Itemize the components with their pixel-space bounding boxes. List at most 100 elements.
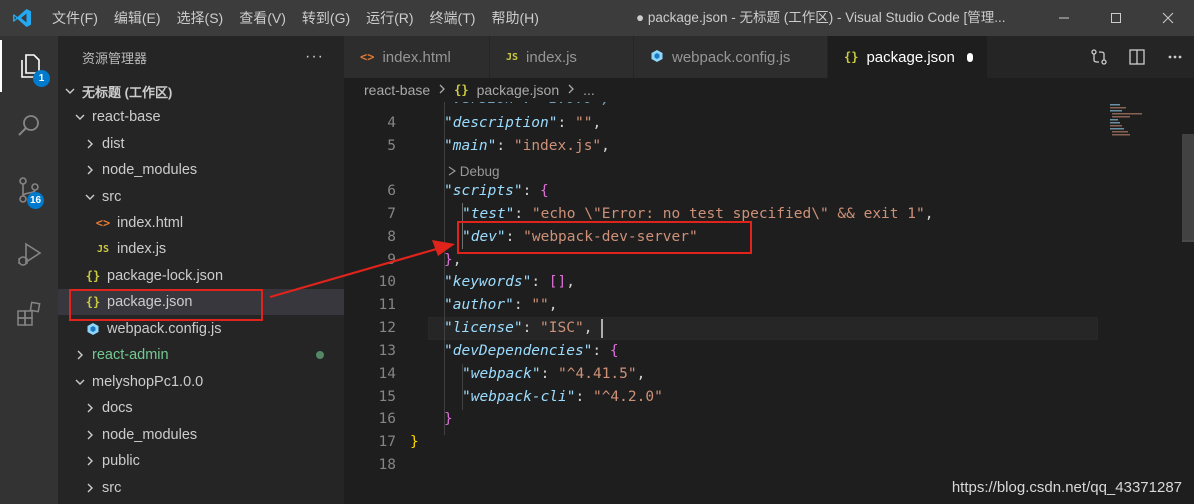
menu-selection[interactable]: 选择(S)	[169, 0, 232, 36]
tree-label: react-admin	[92, 347, 169, 363]
explorer-header: 资源管理器 ···	[58, 36, 344, 78]
debug-codelens-label: Debug	[459, 164, 500, 179]
tab-label: webpack.config.js	[672, 48, 791, 66]
tree-folder-src[interactable]: src	[58, 184, 344, 210]
text-cursor	[601, 319, 603, 338]
line-number: 15	[378, 389, 396, 405]
webpack-file-icon	[650, 49, 664, 66]
tree-file-index-html[interactable]: <> index.html	[58, 210, 344, 236]
tab-index-js[interactable]: JS index.js	[490, 36, 634, 78]
code-line: "main": "index.js",	[444, 138, 610, 154]
menu-terminal[interactable]: 终端(T)	[422, 0, 484, 36]
code-line: }	[444, 411, 453, 427]
line-number: 18	[378, 457, 396, 473]
tree-folder-node-modules[interactable]: node_modules	[58, 157, 344, 183]
tab-webpack-config[interactable]: webpack.config.js	[634, 36, 828, 78]
scm-badge: 16	[27, 192, 45, 209]
menu-go[interactable]: 转到(G)	[294, 0, 358, 36]
tree-label: node_modules	[102, 162, 198, 178]
json-file-icon: {}	[844, 50, 859, 64]
html-file-icon: <>	[95, 216, 111, 230]
title-bar: 文件(F) 编辑(E) 选择(S) 查看(V) 转到(G) 运行(R) 终端(T…	[0, 0, 1194, 36]
breadcrumb-file[interactable]: package.json	[477, 82, 560, 98]
extensions-activity[interactable]	[0, 288, 58, 340]
open-changes-button[interactable]	[1080, 36, 1118, 78]
chevron-right-icon	[82, 403, 98, 413]
line-number: 12	[378, 320, 396, 336]
minimap[interactable]	[1106, 102, 1182, 142]
line-number: 8	[387, 229, 396, 245]
overview-ruler-mark	[1182, 240, 1194, 242]
breadcrumb-more[interactable]: ...	[583, 82, 595, 98]
menu-edit[interactable]: 编辑(E)	[106, 0, 169, 36]
tab-index-html[interactable]: <> index.html	[344, 36, 490, 78]
menu-help[interactable]: 帮助(H)	[483, 0, 546, 36]
split-editor-button[interactable]	[1118, 36, 1156, 78]
code-line: }	[410, 434, 419, 450]
html-file-icon: <>	[360, 50, 375, 64]
minimize-button[interactable]	[1038, 0, 1090, 36]
unsaved-dot-icon[interactable]	[966, 52, 973, 62]
tree-folder-react-admin[interactable]: react-admin	[58, 342, 344, 368]
tree-file-package-lock[interactable]: {} package-lock.json	[58, 263, 344, 289]
close-window-button[interactable]	[1142, 0, 1194, 36]
activity-bar: 1 16	[0, 36, 58, 504]
explorer-activity[interactable]: 1	[0, 40, 58, 92]
line-number: 16	[378, 411, 396, 427]
json-file-icon: {}	[454, 83, 469, 97]
menu-run[interactable]: 运行(R)	[358, 0, 421, 36]
maximize-button[interactable]	[1090, 0, 1142, 36]
tree-label: public	[102, 453, 140, 469]
run-debug-activity[interactable]	[0, 228, 58, 280]
tree-folder-react-base[interactable]: react-base	[58, 104, 344, 130]
chevron-down-icon	[62, 86, 78, 96]
chevron-right-icon	[82, 456, 98, 466]
tree-folder-src-2[interactable]: src	[58, 475, 344, 501]
vertical-scrollbar[interactable]	[1182, 102, 1194, 504]
source-control-activity[interactable]: 16	[0, 164, 58, 216]
tree-folder-dist[interactable]: dist	[58, 131, 344, 157]
tree-folder-docs[interactable]: docs	[58, 395, 344, 421]
more-editor-actions-button[interactable]	[1156, 36, 1194, 78]
run-debug-icon	[18, 242, 42, 266]
tree-folder-public[interactable]: public	[58, 448, 344, 474]
chevron-down-icon	[82, 192, 98, 202]
annotation-box-package-json	[69, 289, 263, 321]
close-icon	[1162, 12, 1174, 24]
chevron-right-icon	[567, 83, 575, 97]
minimize-icon	[1059, 17, 1069, 19]
tab-label: index.js	[526, 48, 577, 66]
menu-view[interactable]: 查看(V)	[231, 0, 294, 36]
tree-folder-node-modules-2[interactable]: node_modules	[58, 422, 344, 448]
code-line: "keywords": [],	[444, 274, 575, 290]
more-actions-button[interactable]: ···	[305, 48, 324, 66]
tab-package-json[interactable]: {} package.json	[828, 36, 988, 78]
window-controls	[1038, 0, 1194, 36]
js-file-icon: JS	[506, 51, 519, 63]
line-number: 5	[387, 138, 396, 154]
chevron-right-icon	[82, 165, 98, 175]
code-line: "author": "",	[444, 297, 558, 313]
search-activity[interactable]	[0, 100, 58, 152]
search-icon	[18, 115, 39, 136]
window-title: ● package.json - 无标题 (工作区) - Visual Stud…	[636, 10, 1006, 25]
code-line: "devDependencies": {	[444, 343, 619, 359]
tree-file-index-js[interactable]: JS index.js	[58, 236, 344, 262]
code-line: "webpack-cli": "^4.2.0"	[462, 389, 663, 405]
maximize-icon	[1111, 13, 1121, 23]
tree-folder-melyshop[interactable]: melyshopPc1.0.0	[58, 369, 344, 395]
tree-label: webpack.config.js	[107, 321, 222, 337]
breadcrumb-folder[interactable]: react-base	[364, 82, 430, 98]
tree-workspace[interactable]: 无标题 (工作区)	[58, 78, 344, 104]
code-line: "webpack": "^4.41.5",	[462, 366, 646, 382]
line-number: 4	[387, 115, 396, 131]
explorer-sidebar: 资源管理器 ··· 无标题 (工作区) react-base dist node…	[58, 36, 344, 504]
tree-label: node_modules	[102, 427, 198, 443]
code-editor[interactable]: "version": "1.0.0", 4 5 6 7 8 9 10 11 12…	[344, 102, 1194, 504]
scrollbar-thumb[interactable]	[1182, 134, 1194, 242]
line-number: 10	[378, 274, 396, 290]
menu-file[interactable]: 文件(F)	[44, 0, 106, 36]
play-icon	[448, 164, 457, 179]
editor-tabs: <> index.html JS index.js webpack.config…	[344, 36, 1194, 78]
chevron-right-icon	[82, 139, 98, 149]
